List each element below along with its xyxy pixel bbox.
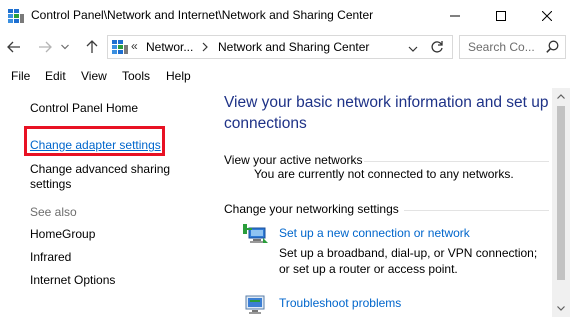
vertical-scrollbar[interactable] xyxy=(552,88,570,317)
recent-locations-button[interactable] xyxy=(58,37,72,57)
page-title: View your basic network information and … xyxy=(224,94,549,132)
menu-bar: File Edit View Tools Help xyxy=(0,64,570,88)
chevron-down-icon xyxy=(557,306,565,311)
search-icon[interactable] xyxy=(546,40,560,54)
see-also-heading: See also xyxy=(30,205,77,219)
change-advanced-sharing-link-line2[interactable]: settings xyxy=(30,177,71,192)
control-panel-icon xyxy=(112,40,128,54)
close-button[interactable] xyxy=(524,0,570,31)
up-arrow-icon xyxy=(86,40,98,53)
scroll-thumb[interactable] xyxy=(557,106,565,280)
section-divider xyxy=(364,161,549,162)
back-arrow-icon xyxy=(7,41,20,53)
network-sharing-center-icon xyxy=(8,9,24,23)
forward-button[interactable] xyxy=(35,37,55,57)
internet-options-link[interactable]: Internet Options xyxy=(30,273,115,288)
breadcrumb-current[interactable]: Network and Sharing Center xyxy=(218,40,369,54)
navigation-bar: « Networ... Network and Sharing Center xyxy=(0,31,570,64)
title-bar[interactable]: Control Panel\Network and Internet\Netwo… xyxy=(0,0,570,31)
breadcrumb-overflow[interactable]: « xyxy=(131,39,138,53)
menu-view[interactable]: View xyxy=(81,69,107,83)
breadcrumb-parent[interactable]: Networ... xyxy=(146,40,193,54)
setup-connection-description: Set up a broadband, dial-up, or VPN conn… xyxy=(279,246,538,276)
active-networks-heading: View your active networks xyxy=(224,153,363,167)
search-box[interactable] xyxy=(459,35,566,59)
troubleshoot-problems-link[interactable]: Troubleshoot problems xyxy=(279,296,401,310)
menu-tools[interactable]: Tools xyxy=(122,69,150,83)
up-button[interactable] xyxy=(82,37,102,57)
chevron-down-icon xyxy=(61,44,69,50)
window-title: Control Panel\Network and Internet\Netwo… xyxy=(31,8,374,22)
address-dropdown-icon[interactable] xyxy=(408,42,420,52)
content-area: Control Panel Home Change adapter settin… xyxy=(0,88,570,317)
forward-arrow-icon xyxy=(39,41,52,53)
menu-help[interactable]: Help xyxy=(166,69,191,83)
section-divider xyxy=(404,210,549,211)
chevron-up-icon xyxy=(557,94,565,99)
troubleshoot-icon xyxy=(243,294,269,317)
breadcrumb-separator-icon[interactable] xyxy=(202,39,208,55)
highlight-box xyxy=(24,126,165,156)
change-settings-heading: Change your networking settings xyxy=(224,202,399,216)
maximize-button[interactable] xyxy=(478,0,524,31)
menu-file[interactable]: File xyxy=(11,69,30,83)
control-panel-home-link[interactable]: Control Panel Home xyxy=(30,101,138,116)
scroll-up-button[interactable] xyxy=(552,88,570,105)
change-advanced-sharing-link-line1[interactable]: Change advanced sharing xyxy=(30,162,170,177)
task-pane: Control Panel Home Change adapter settin… xyxy=(0,88,210,317)
infrared-link[interactable]: Infrared xyxy=(30,250,71,265)
setup-connection-link[interactable]: Set up a new connection or network xyxy=(279,226,470,240)
minimize-button[interactable] xyxy=(432,0,478,31)
address-bar[interactable]: « Networ... Network and Sharing Center xyxy=(107,35,453,59)
homegroup-link[interactable]: HomeGroup xyxy=(30,227,95,242)
refresh-icon[interactable] xyxy=(430,40,446,56)
setup-connection-icon xyxy=(243,224,269,248)
back-button[interactable] xyxy=(4,37,24,57)
no-networks-message: You are currently not connected to any n… xyxy=(254,167,514,181)
search-input[interactable] xyxy=(468,40,540,54)
scroll-down-button[interactable] xyxy=(552,300,570,317)
menu-edit[interactable]: Edit xyxy=(45,69,66,83)
